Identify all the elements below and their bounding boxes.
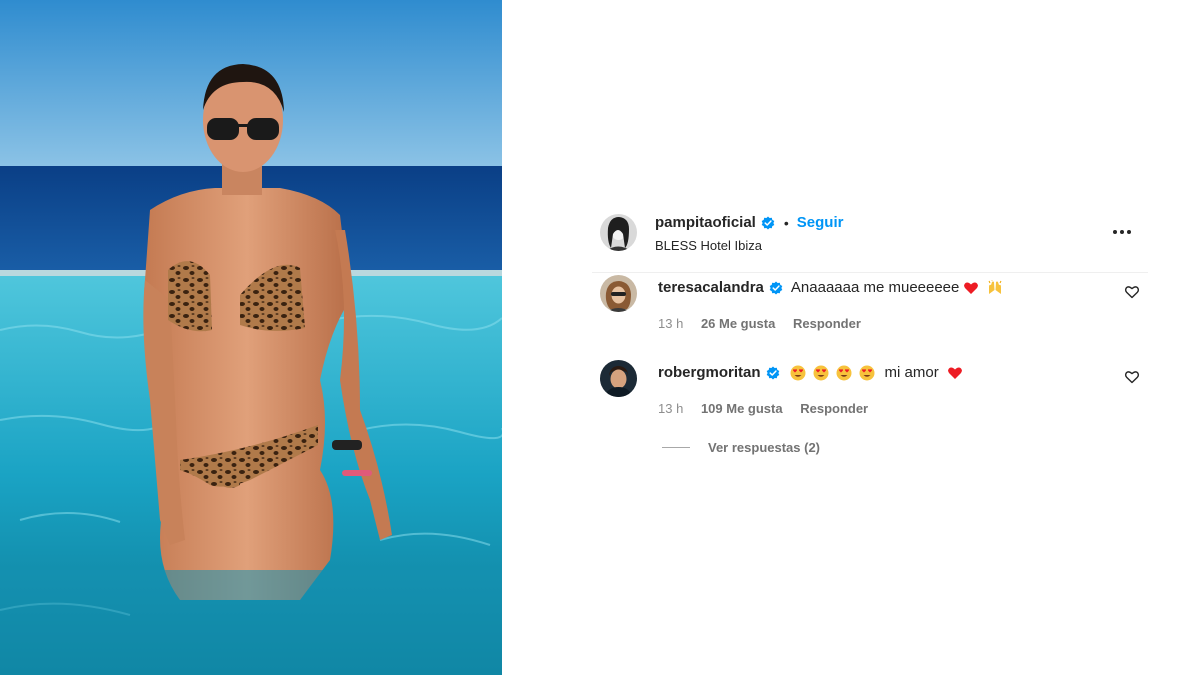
post-header: pampitaoficial • Seguir BLESS Hotel Ibiz… — [600, 212, 1148, 272]
heart-outline-icon[interactable] — [1124, 284, 1140, 300]
comment-username[interactable]: robergmoritan — [658, 364, 761, 381]
commenter-avatar[interactable] — [600, 275, 637, 312]
follow-button[interactable]: Seguir — [797, 214, 844, 231]
raising-hands-emoji-icon — [988, 279, 1002, 294]
post-details-panel: pampitaoficial • Seguir BLESS Hotel Ibiz… — [502, 0, 1200, 675]
heart-eyes-emoji-icon — [859, 365, 875, 380]
replies-line-divider — [662, 447, 690, 448]
author-avatar[interactable] — [600, 214, 637, 251]
comment-likes[interactable]: 26 Me gusta — [701, 316, 775, 331]
red-heart-emoji-icon — [964, 282, 979, 294]
author-username[interactable]: pampitaoficial — [655, 214, 756, 231]
verified-badge-icon — [769, 281, 783, 294]
separator-dot: • — [783, 214, 789, 231]
view-replies-label: Ver respuestas (2) — [708, 440, 821, 455]
comment-time[interactable]: 13 h — [658, 316, 683, 331]
comment-text: mi amor — [884, 364, 939, 381]
comment-username[interactable]: teresacalandra — [658, 279, 764, 296]
verified-badge-icon — [761, 216, 775, 229]
comment-item: robergmoritan mi amor 13 h 109 Me gusta … — [600, 360, 1148, 420]
reply-button[interactable]: Responder — [800, 401, 868, 416]
verified-badge-icon — [766, 366, 779, 379]
view-replies-button[interactable]: Ver respuestas (2) — [662, 440, 820, 455]
post-image[interactable] — [0, 0, 502, 675]
author-line: pampitaoficial • Seguir — [655, 214, 843, 231]
comment-time[interactable]: 13 h — [658, 401, 683, 416]
comment-meta: 13 h 109 Me gusta Responder — [658, 401, 882, 416]
comment-meta: 13 h 26 Me gusta Responder — [658, 316, 875, 331]
red-heart-emoji-icon — [947, 367, 962, 379]
heart-outline-icon[interactable] — [1124, 369, 1140, 385]
header-divider — [592, 272, 1148, 273]
comment-line: teresacalandra Anaaaaaa me mueeeeee — [658, 279, 1003, 296]
commenter-avatar[interactable] — [600, 360, 637, 397]
comment-text: Anaaaaaa me mueeeeee — [790, 279, 960, 296]
comment-item: teresacalandra Anaaaaaa me mueeeeee 13 h… — [600, 275, 1148, 335]
comment-line: robergmoritan mi amor — [658, 364, 963, 381]
post-location[interactable]: BLESS Hotel Ibiza — [655, 238, 762, 253]
heart-eyes-emoji-icon — [836, 365, 852, 380]
heart-eyes-emoji-icon — [813, 365, 829, 380]
comment-likes[interactable]: 109 Me gusta — [701, 401, 783, 416]
heart-eyes-emoji-icon — [790, 365, 806, 380]
more-horizontal-icon[interactable] — [1110, 222, 1134, 242]
reply-button[interactable]: Responder — [793, 316, 861, 331]
